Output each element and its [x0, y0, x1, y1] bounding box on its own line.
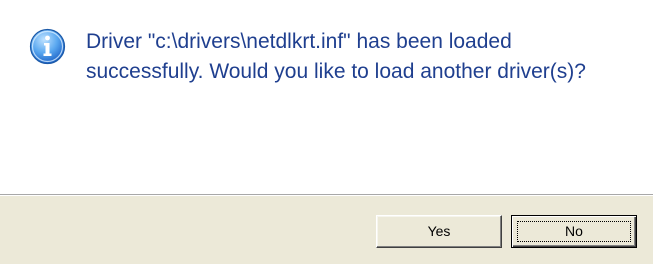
- dialog-content: Driver "c:\drivers\netdlkrt.inf" has bee…: [0, 0, 653, 194]
- no-button-label: No: [565, 223, 583, 239]
- message-dialog: Driver "c:\drivers\netdlkrt.inf" has bee…: [0, 0, 653, 264]
- no-button[interactable]: No: [511, 215, 637, 248]
- yes-button[interactable]: Yes: [376, 215, 502, 248]
- info-icon: [29, 28, 66, 65]
- dialog-message: Driver "c:\drivers\netdlkrt.inf" has bee…: [86, 30, 586, 83]
- yes-button-label: Yes: [427, 223, 451, 239]
- dialog-footer: Yes No: [0, 195, 653, 264]
